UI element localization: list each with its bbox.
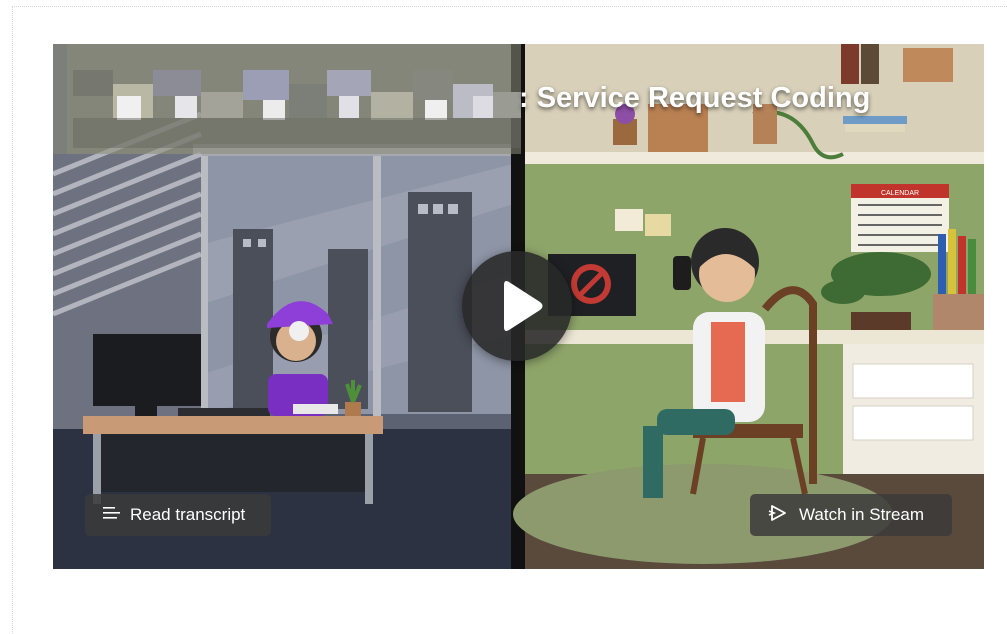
play-button[interactable] <box>462 251 572 361</box>
calendar-header: CALENDAR <box>881 190 919 197</box>
video-title: : Service Request Coding <box>519 82 871 114</box>
transcript-lines-icon <box>103 505 121 525</box>
watch-in-stream-label: Watch in Stream <box>799 505 925 524</box>
read-transcript-label: Read transcript <box>130 505 246 524</box>
video-player[interactable]: CALENDAR: Service Request Coding Read t… <box>53 44 984 569</box>
watch-in-stream-button[interactable]: Watch in Stream <box>750 494 952 536</box>
play-icon <box>504 281 543 331</box>
stream-play-icon <box>768 503 790 528</box>
read-transcript-button[interactable]: Read transcript <box>85 494 271 536</box>
